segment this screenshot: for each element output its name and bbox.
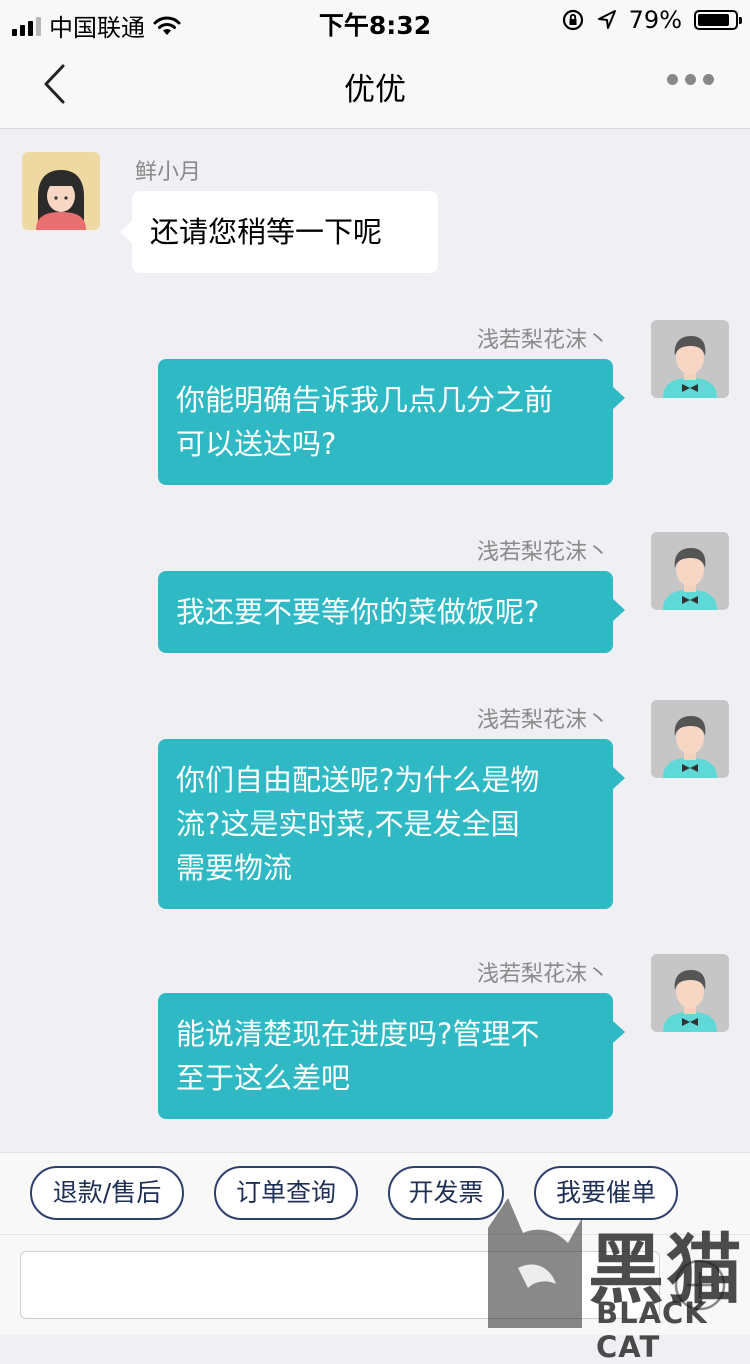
refund-button[interactable]: 退款/售后 (30, 1166, 184, 1220)
user-avatar[interactable] (651, 532, 729, 610)
more-dots-icon (667, 74, 678, 85)
battery-icon (694, 10, 742, 30)
invoice-button[interactable]: 开发票 (388, 1166, 504, 1220)
sender-name: 鲜小月 (135, 160, 202, 185)
order-query-button[interactable]: 订单查询 (214, 1166, 358, 1220)
urge-order-button[interactable]: 我要催单 (534, 1166, 678, 1220)
more-button[interactable] (667, 74, 714, 85)
message-bubble[interactable]: 还请您稍等一下呢 (120, 191, 438, 273)
message-line: 需要物流 (176, 851, 293, 885)
status-right: 79% (561, 6, 742, 34)
plus-button[interactable] (672, 1257, 728, 1313)
girl-avatar-icon (22, 152, 100, 230)
agent-avatar[interactable] (22, 152, 100, 230)
quick-actions-bar: 退款/售后 订单查询 开发票 我要催单 (0, 1152, 750, 1235)
user-avatar[interactable] (651, 320, 729, 398)
status-bar: 中国联通 下午8:32 79% (0, 0, 750, 44)
message-bubble[interactable]: 你能明确告诉我几点几分之前 可以送达吗? (158, 359, 625, 485)
message-line: 可以送达吗? (176, 427, 337, 461)
nav-bar: 优优 (0, 44, 750, 129)
message-line: 你们自由配送呢?为什么是物 (176, 763, 540, 797)
sender-name: 浅若梨花沫丶 (476, 962, 609, 987)
rotation-lock-icon (562, 9, 583, 31)
message-bubble[interactable]: 你们自由配送呢?为什么是物 流?这是实时菜,不是发全国 需要物流 (158, 739, 625, 909)
message-bubble[interactable]: 能说清楚现在进度吗?管理不 至于这么差吧 (158, 993, 625, 1119)
message-line: 至于这么差吧 (176, 1061, 351, 1095)
input-bar (0, 1234, 750, 1335)
sender-name: 浅若梨花沫丶 (476, 540, 609, 565)
user-avatar[interactable] (651, 700, 729, 778)
message-line: 我还要不要等你的菜做饭呢? (176, 595, 540, 629)
message-line: 还请您稍等一下呢 (150, 215, 383, 249)
message-input[interactable] (20, 1251, 660, 1319)
sender-name: 浅若梨花沫丶 (476, 328, 609, 353)
message-bubble[interactable]: 我还要不要等你的菜做饭呢? (158, 571, 625, 653)
message-line: 你能明确告诉我几点几分之前 (176, 383, 554, 417)
sender-name: 浅若梨花沫丶 (476, 708, 609, 733)
page-title: 优优 (344, 72, 406, 108)
boy-avatar-icon (651, 320, 729, 398)
boy-avatar-icon (651, 954, 729, 1032)
boy-avatar-icon (651, 700, 729, 778)
message-line: 能说清楚现在进度吗?管理不 (176, 1017, 540, 1051)
battery-percent: 79% (628, 6, 682, 34)
location-arrow-icon (597, 10, 616, 29)
boy-avatar-icon (651, 532, 729, 610)
plus-circle-icon (674, 1259, 726, 1311)
user-avatar[interactable] (651, 954, 729, 1032)
message-line: 流?这是实时菜,不是发全国 (176, 807, 520, 841)
